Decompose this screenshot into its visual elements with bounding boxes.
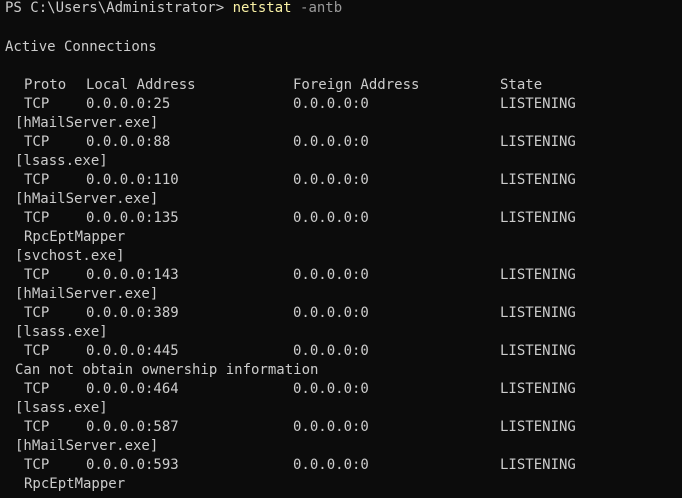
row-local-address: 0.0.0.0:464	[86, 381, 179, 397]
owner-process: [lsass.exe]	[15, 400, 108, 416]
row-proto: TCP	[24, 343, 50, 359]
row-foreign-address: 0.0.0.0:0	[293, 172, 369, 188]
row-local-address: 0.0.0.0:587	[86, 419, 179, 435]
owner-process: [hMailServer.exe]	[15, 115, 159, 131]
header-state: State	[500, 77, 543, 93]
row-state: LISTENING	[500, 172, 576, 188]
row-foreign-address: 0.0.0.0:0	[293, 305, 369, 321]
row-proto: TCP	[24, 267, 50, 283]
row-foreign-address: 0.0.0.0:0	[293, 267, 369, 283]
row-state: LISTENING	[500, 96, 576, 112]
owner-process: [lsass.exe]	[15, 153, 108, 169]
owner-process: [hMailServer.exe]	[15, 438, 159, 454]
header-proto: Proto	[24, 77, 67, 93]
header-foreign-address: Foreign Address	[293, 77, 420, 93]
owner-process: [lsass.exe]	[15, 324, 108, 340]
row-proto: TCP	[24, 134, 50, 150]
row-proto: TCP	[24, 305, 50, 321]
row-foreign-address: 0.0.0.0:0	[293, 96, 369, 112]
row-foreign-address: 0.0.0.0:0	[293, 457, 369, 473]
row-state: LISTENING	[500, 267, 576, 283]
row-proto: TCP	[24, 172, 50, 188]
row-local-address: 0.0.0.0:445	[86, 343, 179, 359]
owner-process: [hMailServer.exe]	[15, 191, 159, 207]
row-foreign-address: 0.0.0.0:0	[293, 134, 369, 150]
row-proto: TCP	[24, 96, 50, 112]
owner-service: RpcEptMapper	[24, 229, 126, 245]
row-state: LISTENING	[500, 210, 576, 226]
row-state: LISTENING	[500, 457, 576, 473]
row-proto: TCP	[24, 419, 50, 435]
row-proto: TCP	[24, 381, 50, 397]
row-foreign-address: 0.0.0.0:0	[293, 210, 369, 226]
row-local-address: 0.0.0.0:143	[86, 267, 179, 283]
row-local-address: 0.0.0.0:88	[86, 134, 171, 150]
row-local-address: 0.0.0.0:25	[86, 96, 171, 112]
row-proto: TCP	[24, 210, 50, 226]
owner-service: RpcEptMapper	[24, 476, 126, 492]
row-state: LISTENING	[500, 419, 576, 435]
row-foreign-address: 0.0.0.0:0	[293, 381, 369, 397]
row-foreign-address: 0.0.0.0:0	[293, 343, 369, 359]
row-foreign-address: 0.0.0.0:0	[293, 419, 369, 435]
owner-process: [hMailServer.exe]	[15, 286, 159, 302]
row-state: LISTENING	[500, 305, 576, 321]
ownership-error-message: Can not obtain ownership information	[15, 362, 319, 378]
command-args: -antb	[291, 0, 343, 16]
section-title: Active Connections	[5, 39, 157, 55]
row-state: LISTENING	[500, 134, 576, 150]
row-local-address: 0.0.0.0:389	[86, 305, 179, 321]
prompt-path: PS C:\Users\Administrator>	[5, 0, 233, 16]
row-proto: TCP	[24, 457, 50, 473]
prompt-line: PS C:\Users\Administrator> netstat -antb	[5, 0, 342, 18]
row-local-address: 0.0.0.0:110	[86, 172, 179, 188]
command-name: netstat	[232, 0, 292, 16]
owner-process: [svchost.exe]	[15, 248, 125, 264]
row-local-address: 0.0.0.0:593	[86, 457, 179, 473]
header-local-address: Local Address	[86, 77, 196, 93]
row-state: LISTENING	[500, 343, 576, 359]
row-state: LISTENING	[500, 381, 576, 397]
row-local-address: 0.0.0.0:135	[86, 210, 179, 226]
terminal-window[interactable]: PS C:\Users\Administrator> netstat -antb…	[0, 0, 682, 498]
